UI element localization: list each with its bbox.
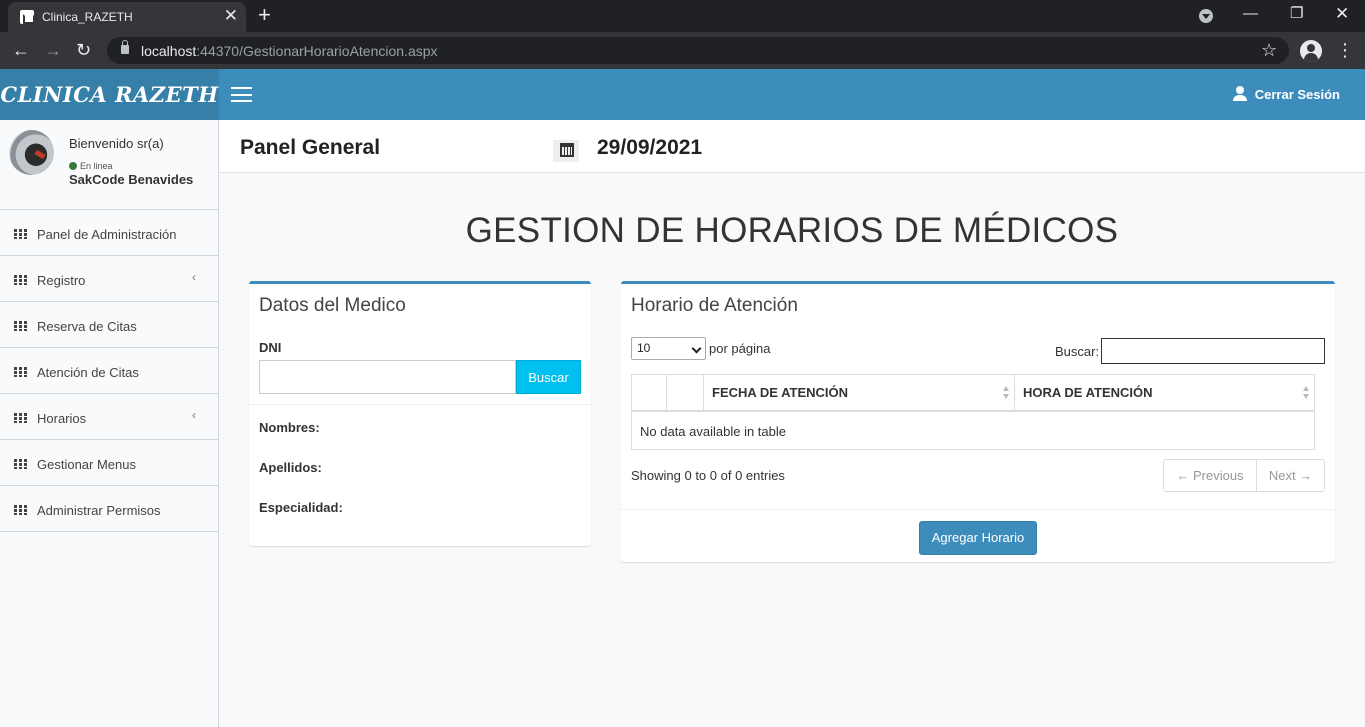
browser-tabstrip: Clinica_RAZETH ✕ + — ❐ ✕ [0,0,1365,32]
previous-page-button[interactable]: ← Previous [1164,460,1257,491]
per-page-label: por página [709,341,771,356]
sort-icon [1303,386,1310,400]
chevron-left-icon: ‹ [192,408,196,422]
user-icon [1232,86,1247,101]
empty-table-message: No data available in table [640,424,786,439]
schedule-box-title: Horario de Atención [631,295,798,316]
table-search-label: Buscar: [1055,344,1100,359]
column-header-2[interactable] [667,375,704,410]
profile-icon[interactable] [1300,40,1322,62]
add-schedule-button[interactable]: Agregar Horario [919,521,1037,555]
sidebar-item-label: Gestionar Menus [37,457,136,472]
grid-icon [14,321,27,331]
url-text: localhost:44370/GestionarHorarioAtencion… [141,43,438,59]
next-page-button[interactable]: Next → [1257,460,1324,491]
reload-icon[interactable]: ↻ [76,38,91,62]
grid-icon [14,459,27,469]
grid-icon [14,229,27,239]
online-dot-icon [69,162,77,170]
grid-icon [14,367,27,377]
sidebar-item-label: Panel de Administración [37,227,177,242]
sidebar-item-atencion-citas[interactable]: Atención de Citas [0,348,218,394]
tab-search-icon[interactable] [1199,9,1213,23]
doctor-box-title: Datos del Medico [259,295,406,316]
home-icon [20,10,35,24]
grid-icon [14,505,27,515]
current-date: 29/09/2021 [597,136,703,159]
divider [249,404,591,405]
sidebar: Bienvenido sr(a) En linea SakCode Benavi… [0,120,219,727]
schedule-box: Horario de Atención 10 por página Buscar… [621,281,1335,562]
sidebar-item-horarios[interactable]: Horarios ‹ [0,394,218,440]
welcome-text: Bienvenido sr(a) [69,136,164,151]
search-doctor-button[interactable]: Buscar [516,360,581,394]
lock-icon [121,40,129,54]
chevron-down-icon [691,343,702,354]
logout-link[interactable]: Cerrar Sesión [1232,86,1340,102]
table-header: FECHA DE ATENCIÓN HORA DE ATENCIÓN [632,375,1315,412]
browser-menu-icon[interactable]: ⋮ [1336,38,1354,62]
sidebar-item-label: Reserva de Citas [37,319,137,334]
sidebar-menu: Panel de Administración Registro ‹ Reser… [0,210,218,532]
column-header-hora[interactable]: HORA DE ATENCIÓN [1015,375,1315,410]
grid-icon [14,275,27,285]
close-tab-icon[interactable]: ✕ [224,7,238,25]
sidebar-item-registro[interactable]: Registro ‹ [0,256,218,302]
restore-icon[interactable]: ❐ [1290,4,1303,24]
browser-tab[interactable]: Clinica_RAZETH ✕ [8,2,246,32]
new-tab-icon[interactable]: + [258,3,271,27]
minimize-icon[interactable]: — [1243,4,1258,24]
doctor-data-box: Datos del Medico DNI Buscar Nombres: Ape… [249,281,591,546]
sidebar-item-panel-administracion[interactable]: Panel de Administración [0,210,218,256]
tab-title: Clinica_RAZETH [42,10,133,24]
page-length-select[interactable]: 10 [631,337,706,360]
nombres-label: Nombres: [259,420,320,435]
app-header: CLINICA RAZETH Cerrar Sesión [0,69,1365,120]
bookmark-star-icon[interactable]: ☆ [1261,40,1277,60]
table-search-input[interactable] [1101,338,1325,364]
calendar-icon [553,140,579,162]
grid-icon [14,413,27,423]
user-panel: Bienvenido sr(a) En linea SakCode Benavi… [0,120,218,210]
user-name: SakCode Benavides [69,172,194,187]
online-status: En linea [69,161,113,171]
sidebar-item-label: Atención de Citas [37,365,139,380]
table-info: Showing 0 to 0 of 0 entries [631,468,785,483]
pagination: ← Previous Next → [1163,459,1325,492]
sidebar-item-label: Administrar Permisos [37,503,161,518]
sidebar-item-gestionar-menus[interactable]: Gestionar Menus [0,440,218,486]
apellidos-label: Apellidos: [259,460,322,475]
forward-icon[interactable]: → [44,38,62,62]
browser-toolbar: ← → ↻ localhost:44370/GestionarHorarioAt… [0,32,1365,69]
schedule-table: FECHA DE ATENCIÓN HORA DE ATENCIÓN No da… [631,374,1315,450]
sidebar-item-reserva-citas[interactable]: Reserva de Citas [0,302,218,348]
content-header: Panel General 29/09/2021 [219,120,1365,173]
panel-title: Panel General [240,136,381,159]
sidebar-item-label: Horarios [37,411,87,426]
dni-label: DNI [259,340,282,355]
avatar [9,130,54,175]
address-bar[interactable]: localhost:44370/GestionarHorarioAtencion… [107,37,1289,64]
app-logo[interactable]: CLINICA RAZETH [0,69,219,120]
page-title: GESTION DE HORARIOS DE MÉDICOS [465,211,1119,250]
divider [621,509,1335,510]
chevron-left-icon: ‹ [192,270,196,284]
sidebar-item-label: Registro [37,273,86,288]
hamburger-menu-icon[interactable] [231,87,252,102]
especialidad-label: Especialidad: [259,500,343,515]
back-icon[interactable]: ← [12,38,30,62]
column-header-1[interactable] [632,375,667,410]
dni-input[interactable] [259,360,516,394]
sidebar-item-administrar-permisos[interactable]: Administrar Permisos [0,486,218,532]
window-close-icon[interactable]: ✕ [1335,4,1349,24]
column-header-fecha[interactable]: FECHA DE ATENCIÓN [704,375,1015,410]
sort-icon [1003,386,1010,400]
